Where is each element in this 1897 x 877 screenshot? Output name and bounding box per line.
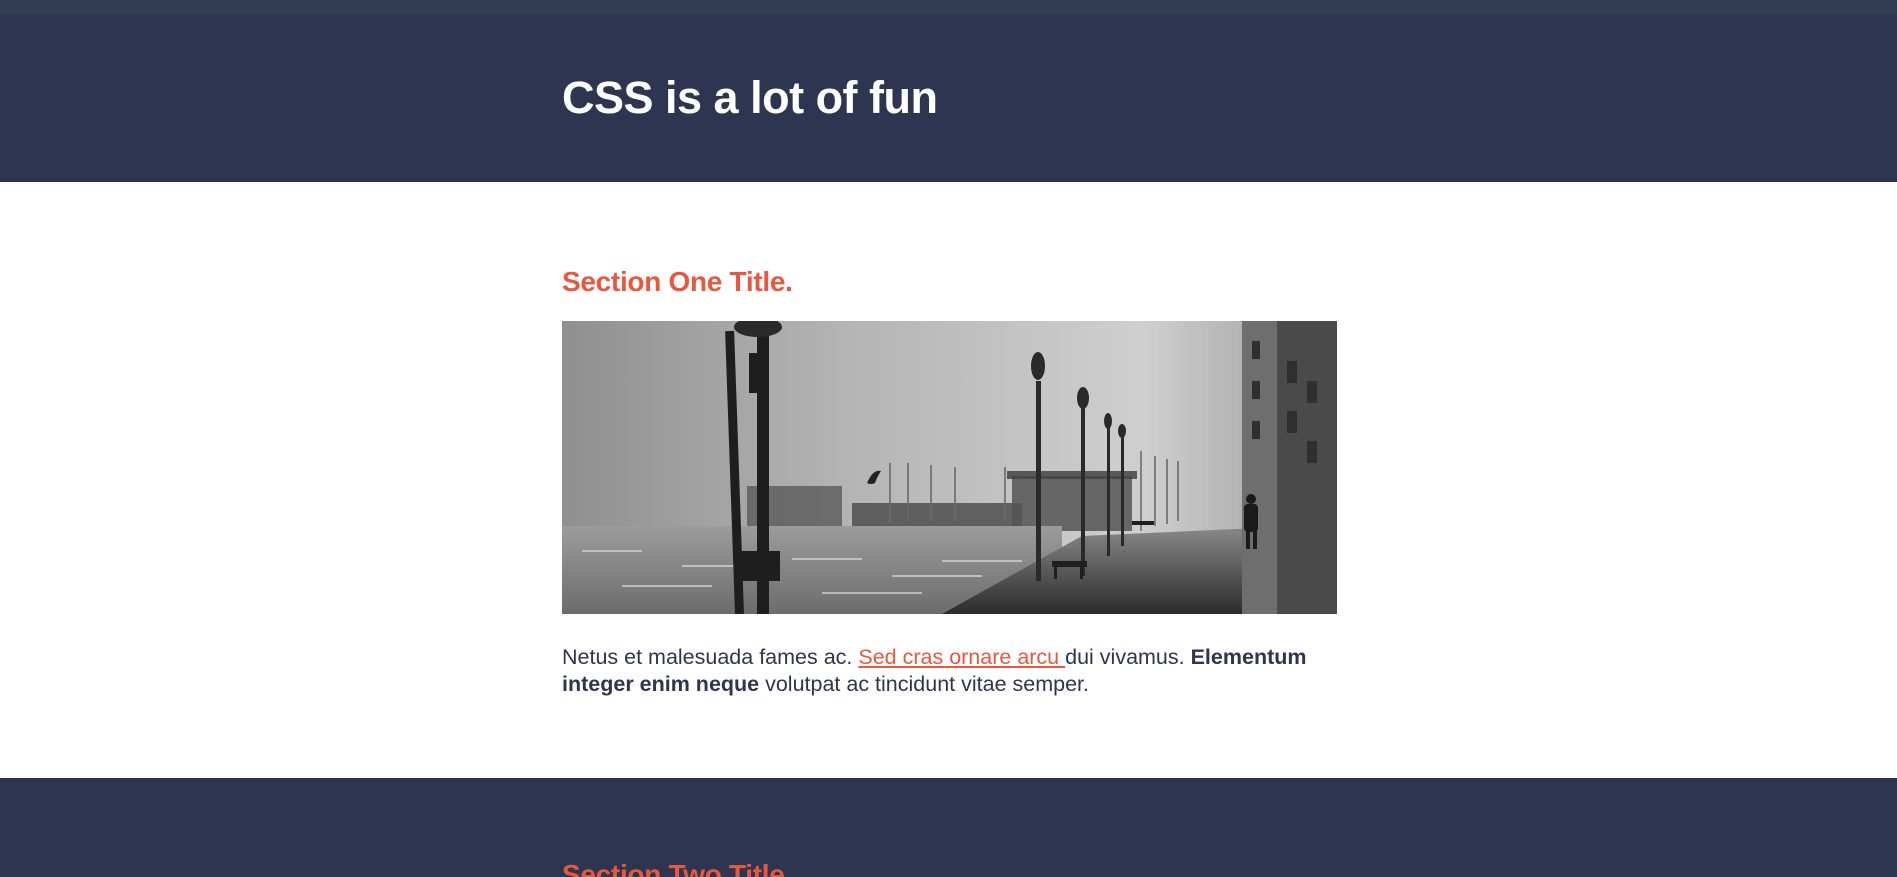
- section-one-paragraph: Netus et malesuada fames ac. Sed cras or…: [562, 644, 1337, 698]
- inline-link[interactable]: Sed cras ornare arcu: [858, 645, 1065, 669]
- foggy-promenade-image: [562, 320, 1337, 614]
- paragraph-text-start: Netus et malesuada fames ac.: [562, 644, 859, 669]
- section-one-title: Section One Title.: [562, 266, 793, 297]
- page-title: CSS is a lot of fun: [562, 72, 938, 123]
- section-one: Section One Title. Netus et malesuada fa…: [0, 182, 1897, 778]
- paragraph-text-end: volutpat ac tincidunt vitae semper.: [759, 671, 1089, 696]
- site-header: CSS is a lot of fun: [0, 15, 1897, 182]
- paragraph-text-middle: dui vivamus.: [1065, 644, 1191, 669]
- section-two-title: Section Two Title.: [562, 859, 793, 877]
- section-two: Section Two Title.: [0, 778, 1897, 877]
- top-strip: [0, 0, 1897, 15]
